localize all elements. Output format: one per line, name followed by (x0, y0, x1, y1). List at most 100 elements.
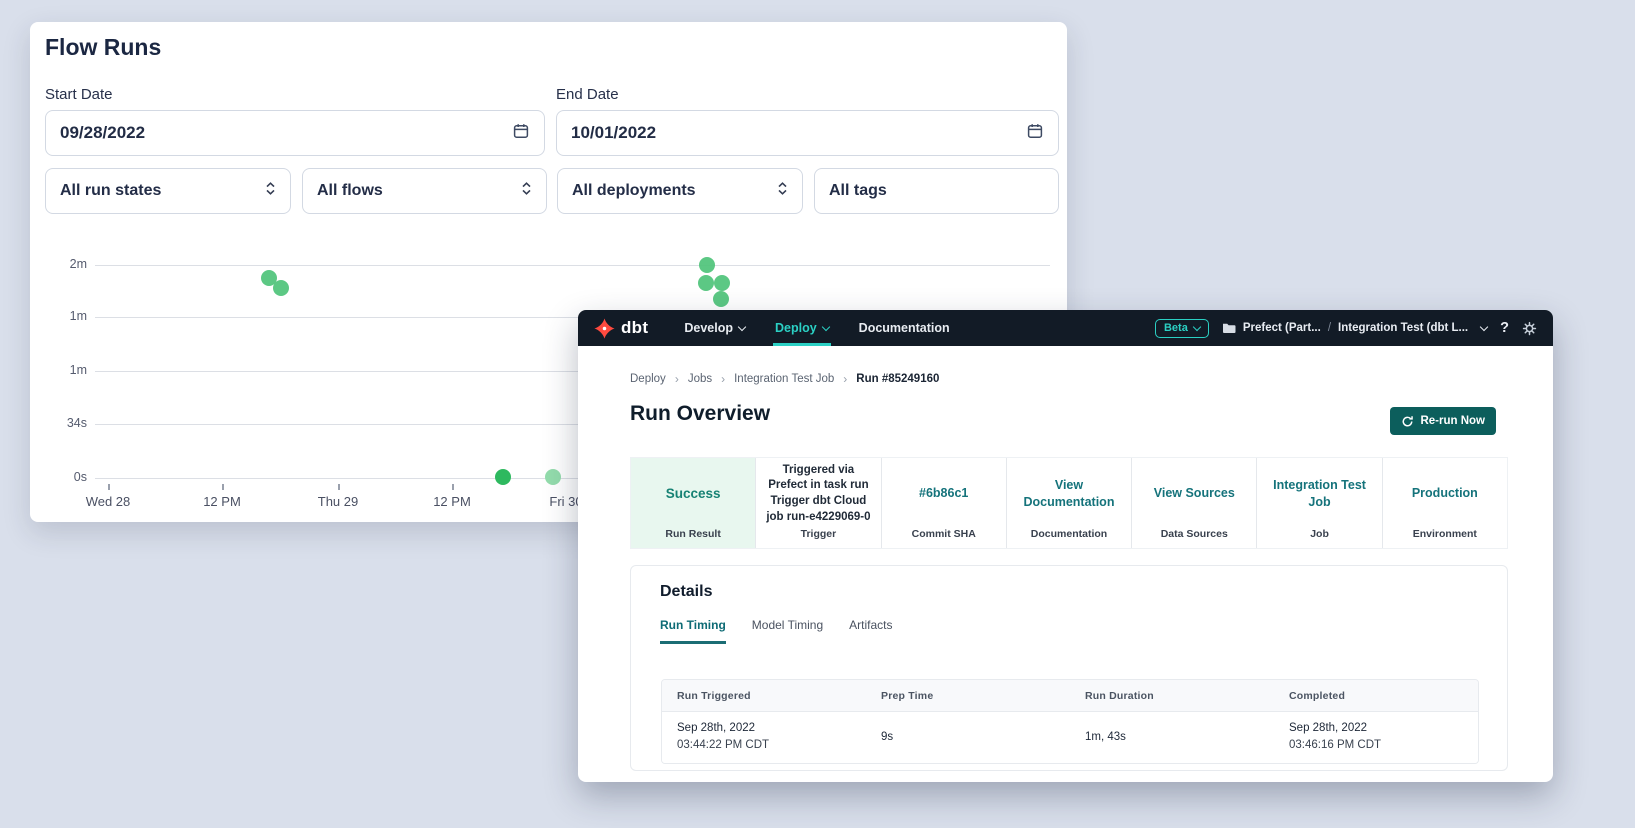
table-row: Sep 28th, 2022 03:44:22 PM CDT 9s 1m, 43… (662, 712, 1478, 763)
start-date-input[interactable]: 09/28/2022 (45, 110, 545, 156)
chevron-down-icon (738, 323, 746, 331)
status-card-job: Integration Test Job Job (1257, 458, 1382, 548)
status-card-run-result: Success Run Result (631, 458, 756, 548)
details-title: Details (660, 583, 712, 601)
run-status-strip: Success Run Result Triggered via Prefect… (630, 457, 1508, 549)
x-axis-tick: 12 PM (180, 494, 264, 509)
breadcrumb: Deploy › Jobs › Integration Test Job › R… (630, 372, 939, 386)
calendar-icon[interactable] (1026, 122, 1044, 145)
environment-name: Integration Test (dbt L... (1338, 322, 1468, 334)
flow-run-point[interactable] (495, 469, 511, 485)
environment-link[interactable]: Production (1412, 485, 1478, 503)
x-axis-tick: Thu 29 (296, 494, 380, 509)
tab-run-timing[interactable]: Run Timing (660, 618, 726, 644)
breadcrumb-item-job[interactable]: Integration Test Job (734, 373, 834, 385)
status-card-data-sources: View Sources Data Sources (1132, 458, 1257, 548)
x-axis-tickmark (452, 484, 454, 490)
run-triggered-cell: Sep 28th, 2022 03:44:22 PM CDT (662, 712, 866, 763)
filter-label: All flows (317, 182, 383, 200)
status-card-label: Commit SHA (882, 528, 1006, 540)
flow-run-point[interactable] (699, 257, 715, 273)
completed-cell: Sep 28th, 2022 03:46:16 PM CDT (1274, 712, 1478, 763)
status-card-trigger: Triggered via Prefect in task run Trigge… (756, 458, 881, 548)
calendar-icon[interactable] (512, 122, 530, 145)
breadcrumb-separator: › (843, 372, 847, 386)
dbt-top-navbar: dbt Develop Deploy Documentation Beta Pr… (578, 310, 1553, 346)
breadcrumb-separator: › (675, 372, 679, 386)
status-card-label: Data Sources (1132, 528, 1256, 540)
y-axis-tick: 34s (47, 416, 87, 430)
x-axis-tick: Wed 28 (66, 494, 150, 509)
tags-filter[interactable]: All tags (814, 168, 1059, 214)
desktop: { "colors": { "page_background": "#d9dfe… (0, 0, 1635, 828)
beta-badge[interactable]: Beta (1155, 319, 1209, 338)
deployments-filter[interactable]: All deployments (557, 168, 803, 214)
nav-item-develop[interactable]: Develop (682, 310, 747, 346)
x-axis-tickmark (338, 484, 340, 490)
y-axis-tick: 2m (47, 257, 87, 271)
tab-model-timing[interactable]: Model Timing (752, 618, 823, 644)
help-icon[interactable]: ? (1500, 320, 1509, 336)
start-date-label: Start Date (45, 86, 113, 103)
filter-label: All deployments (572, 182, 696, 200)
flows-filter[interactable]: All flows (302, 168, 547, 214)
view-sources-link[interactable]: View Sources (1154, 485, 1235, 503)
x-axis-tick: 12 PM (410, 494, 494, 509)
status-card-documentation: View Documentation Documentation (1007, 458, 1132, 548)
rerun-now-button[interactable]: Re-run Now (1390, 407, 1496, 435)
run-duration-cell: 1m, 43s (1070, 721, 1274, 754)
flow-run-point[interactable] (273, 280, 289, 296)
breadcrumb-item-jobs[interactable]: Jobs (688, 373, 712, 385)
dbt-cloud-window: dbt Develop Deploy Documentation Beta Pr… (578, 310, 1553, 782)
gridline (95, 265, 1050, 266)
status-card-environment: Production Environment (1383, 458, 1507, 548)
status-card-commit-sha: #6b86c1 Commit SHA (882, 458, 1007, 548)
commit-sha-link[interactable]: #6b86c1 (919, 485, 968, 503)
gear-icon[interactable] (1522, 321, 1537, 336)
column-header: Run Triggered (662, 690, 866, 702)
project-name: Prefect (Part... (1243, 322, 1321, 334)
path-separator: / (1328, 322, 1331, 334)
column-header: Run Duration (1070, 690, 1274, 702)
page-title: Flow Runs (45, 34, 161, 61)
start-date-value: 09/28/2022 (60, 123, 145, 143)
job-link[interactable]: Integration Test Job (1267, 477, 1371, 512)
end-date-value: 10/01/2022 (571, 123, 656, 143)
status-card-label: Trigger (756, 528, 880, 540)
nav-item-documentation[interactable]: Documentation (857, 310, 952, 346)
flow-run-point[interactable] (713, 291, 729, 307)
breadcrumb-item-current-run: Run #85249160 (856, 373, 939, 385)
dbt-logo[interactable]: dbt (594, 318, 648, 339)
end-date-label: End Date (556, 86, 619, 103)
run-result-value: Success (666, 485, 721, 504)
filter-label: All run states (60, 182, 161, 200)
details-card: Details Run Timing Model Timing Artifact… (630, 565, 1508, 771)
y-axis-tick: 0s (47, 470, 87, 484)
y-axis-tick: 1m (47, 363, 87, 377)
view-documentation-link[interactable]: View Documentation (1017, 477, 1121, 512)
sort-chevrons-icon (265, 181, 276, 201)
sort-chevrons-icon (521, 181, 532, 201)
details-tabs: Run Timing Model Timing Artifacts (660, 618, 893, 644)
project-selector[interactable]: Prefect (Part... / Integration Test (dbt… (1222, 322, 1487, 334)
breadcrumb-item-deploy[interactable]: Deploy (630, 373, 666, 385)
chevron-down-icon (1193, 323, 1201, 331)
navbar-right: Beta Prefect (Part... / Integration Test… (1155, 319, 1537, 338)
flow-run-point[interactable] (545, 469, 561, 485)
flow-run-point[interactable] (698, 275, 714, 291)
chevron-down-icon (821, 323, 829, 331)
column-header: Prep Time (866, 690, 1070, 702)
status-card-label: Documentation (1007, 528, 1131, 540)
run-timing-table: Run Triggered Prep Time Run Duration Com… (661, 679, 1479, 764)
end-date-input[interactable]: 10/01/2022 (556, 110, 1059, 156)
x-axis-tickmark (222, 484, 224, 490)
chevron-down-icon (1480, 323, 1488, 331)
run-states-filter[interactable]: All run states (45, 168, 291, 214)
sort-chevrons-icon (777, 181, 788, 201)
tab-artifacts[interactable]: Artifacts (849, 618, 892, 644)
nav-item-deploy[interactable]: Deploy (773, 310, 831, 346)
dbt-logo-text: dbt (621, 318, 648, 338)
status-card-label: Job (1257, 528, 1381, 540)
dbt-logo-icon (594, 318, 615, 339)
flow-run-point[interactable] (714, 275, 730, 291)
